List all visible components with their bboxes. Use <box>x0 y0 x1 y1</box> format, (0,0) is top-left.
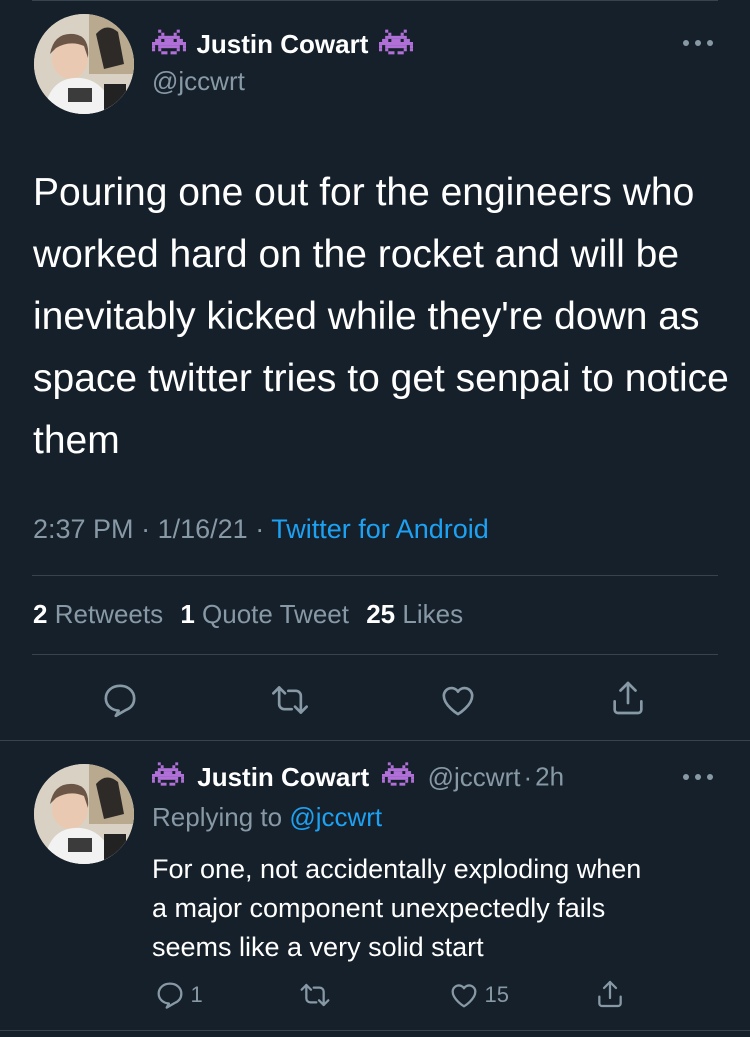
tweet-stats: 2 Retweets 1 Quote Tweet 25 Likes <box>33 599 463 630</box>
share-icon[interactable] <box>608 678 648 718</box>
reply-text-line: For one, not accidentally exploding when <box>152 854 642 884</box>
retweets-count: 2 <box>33 599 48 629</box>
top-divider <box>32 0 718 1</box>
author-name[interactable]: Justin Cowart <box>197 762 369 792</box>
tweet-text: Pouring one out for the engineers who wo… <box>33 171 729 462</box>
meta-separator: · <box>255 514 265 544</box>
avatar[interactable] <box>34 14 134 114</box>
heart-icon[interactable] <box>438 680 478 720</box>
like-action[interactable]: 15 <box>448 979 509 1011</box>
reply-age: 2h <box>535 761 565 792</box>
tweet-meta: 2:37 PM · 1/16/21 · Twitter for Android <box>33 514 489 545</box>
replying-to: Replying to @jccwrt <box>152 802 382 833</box>
avatar-photo <box>34 764 134 864</box>
quotes-count: 1 <box>180 599 195 629</box>
like-count: 15 <box>484 982 509 1007</box>
more-horizontal-icon[interactable] <box>682 38 714 48</box>
reply-icon <box>154 979 186 1011</box>
quotes-stat[interactable]: 1 Quote Tweet <box>180 599 356 629</box>
heart-icon <box>448 979 480 1011</box>
share-icon[interactable] <box>594 978 626 1010</box>
meta-separator: · <box>141 514 151 544</box>
avatar-photo <box>34 14 134 114</box>
reply-header: Justin Cowart @jccwrt · 2h <box>152 760 564 796</box>
bottom-divider <box>0 1030 750 1031</box>
tweet-date[interactable]: 1/16/21 <box>158 514 248 544</box>
replying-prefix: Replying to <box>152 802 283 832</box>
retweets-stat[interactable]: 2 Retweets <box>33 599 170 629</box>
retweet-icon[interactable] <box>270 680 310 720</box>
reply-icon[interactable] <box>100 680 140 720</box>
more-horizontal-icon[interactable] <box>682 772 714 782</box>
likes-stat[interactable]: 25 Likes <box>366 599 463 629</box>
retweet-icon[interactable] <box>298 979 332 1011</box>
reply-action[interactable]: 1 <box>154 979 203 1011</box>
likes-label: Likes <box>402 599 464 629</box>
author-name-row[interactable]: Justin Cowart <box>152 28 413 64</box>
likes-count: 25 <box>366 599 396 629</box>
alien-monster-icon <box>378 28 413 61</box>
author-name: Justin Cowart <box>196 29 369 59</box>
quotes-label: Quote Tweet <box>202 599 349 629</box>
reply-text: For one, not accidentally exploding when… <box>152 850 641 967</box>
divider <box>32 654 718 655</box>
retweets-label: Retweets <box>54 599 164 629</box>
alien-monster-icon <box>152 761 184 794</box>
reply-text-line: seems like a very solid start <box>152 932 484 962</box>
author-handle[interactable]: @jccwrt <box>428 762 521 792</box>
author-handle[interactable]: @jccwrt <box>152 66 245 97</box>
alien-monster-icon <box>152 28 186 61</box>
alien-monster-icon <box>382 761 415 794</box>
reply-count: 1 <box>190 982 203 1007</box>
meta-separator: · <box>523 761 533 792</box>
avatar[interactable] <box>34 764 134 864</box>
divider <box>32 575 718 576</box>
reply-text-line: a major component unexpectedly fails <box>152 893 606 923</box>
section-divider <box>0 740 750 741</box>
replying-handle[interactable]: @jccwrt <box>289 802 382 832</box>
tweet-source[interactable]: Twitter for Android <box>271 514 489 544</box>
tweet-time[interactable]: 2:37 PM <box>33 514 134 544</box>
